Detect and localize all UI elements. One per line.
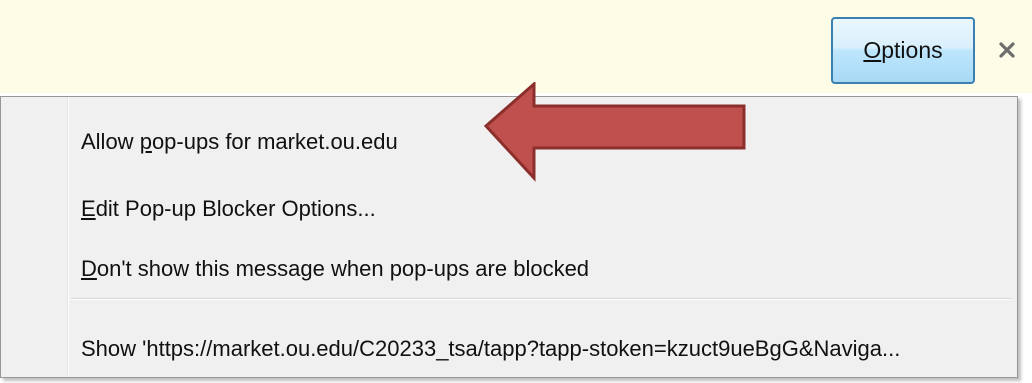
menu-item-show-blocked-popup[interactable]: Show 'https://market.ou.edu/C20233_tsa/t… <box>81 334 900 364</box>
close-icon[interactable] <box>995 38 1019 62</box>
menu-item-access-key: p <box>139 129 152 154</box>
options-button[interactable]: Options <box>831 17 975 84</box>
menu-item-edit-popup-blocker-options[interactable]: Edit Pop-up Blocker Options... <box>81 194 376 224</box>
menu-item-text: Show 'https://market.ou.edu/C20233_tsa/t… <box>81 336 901 361</box>
menu-item-text: dit Pop-up Blocker Options... <box>95 196 376 221</box>
menu-item-access-key: D <box>81 256 97 281</box>
menu-gutter-divider <box>67 97 69 377</box>
menu-separator <box>71 298 1011 300</box>
close-x-icon <box>999 42 1015 58</box>
menu-item-access-key: E <box>81 196 96 221</box>
menu-item-allow-popups[interactable]: Allow pop-ups for market.ou.edu <box>81 127 398 157</box>
notification-bar: Options <box>0 0 1032 93</box>
options-button-access-key: O <box>863 37 882 63</box>
menu-item-dont-show-message[interactable]: Don't show this message when pop-ups are… <box>81 254 589 284</box>
popup-blocker-screen: Options Allow pop-ups for market.ou.edu … <box>0 0 1032 383</box>
options-button-label: ptions <box>881 37 943 63</box>
left-arrow-icon <box>483 82 746 182</box>
menu-item-text: Allow <box>81 129 140 154</box>
menu-item-text: on't show this message when pop-ups are … <box>96 256 590 281</box>
menu-item-text: op-ups for market.ou.edu <box>151 129 398 154</box>
